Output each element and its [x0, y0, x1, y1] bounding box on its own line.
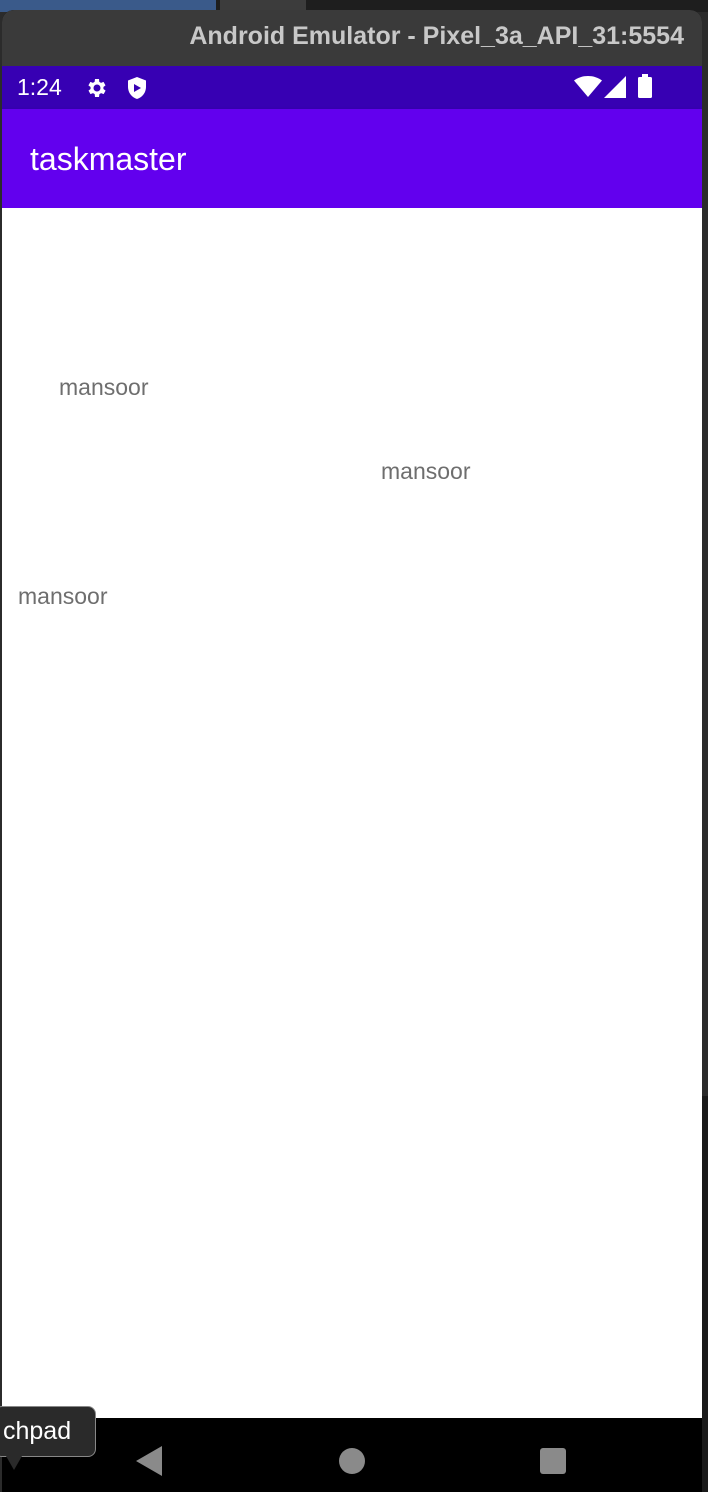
recents-icon[interactable] [540, 1448, 566, 1474]
main-content: mansoor mansoor mansoor [2, 208, 702, 1418]
wifi-icon [574, 76, 602, 97]
tooltip-tail [6, 1456, 22, 1470]
status-time: 1:24 [17, 74, 62, 100]
home-icon[interactable] [339, 1448, 365, 1474]
gear-icon [88, 79, 106, 97]
window-titlebar[interactable]: Android Emulator - Pixel_3a_API_31:5554 [2, 10, 702, 67]
desktop-background [702, 1096, 708, 1492]
navigation-bar [2, 1418, 702, 1492]
user-label: mansoor [381, 458, 471, 484]
back-icon[interactable] [136, 1446, 162, 1476]
signal-icon [604, 76, 626, 98]
user-label: mansoor [18, 583, 108, 609]
emulator-window: Android Emulator - Pixel_3a_API_31:5554 … [2, 10, 702, 1492]
app-bar: taskmaster [2, 109, 702, 208]
status-bar: 1:24 [2, 66, 702, 109]
app-title: taskmaster [30, 141, 187, 177]
user-label: mansoor [59, 374, 149, 400]
tooltip: chpad [0, 1406, 97, 1457]
window-title: Android Emulator - Pixel_3a_API_31:5554 [189, 22, 684, 50]
battery-icon [638, 74, 652, 98]
shield-icon [128, 77, 146, 99]
